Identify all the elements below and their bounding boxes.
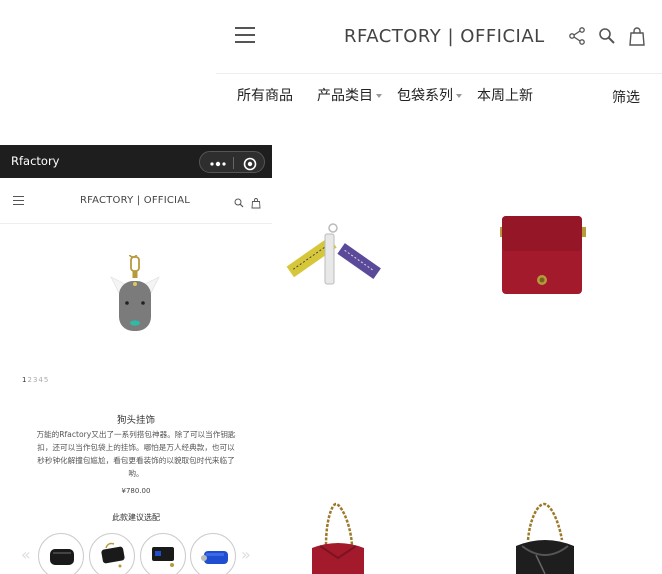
close-circle-icon[interactable] (243, 156, 257, 171)
nav-label: 所有商品 (237, 88, 293, 104)
nav-all-products[interactable]: 所有商品 (237, 85, 293, 105)
brand-logo[interactable]: RFACTORY | OFFICIAL (344, 26, 545, 47)
product-name: 狗头挂饰 (116, 415, 155, 426)
wechat-capsule (199, 151, 265, 173)
suggested-item[interactable] (190, 533, 236, 574)
product-description: 万能的Rfactory又出了一系列搭包神器。除了可以当作钥匙扣，还可以当作包袋上… (36, 430, 236, 478)
product-image-tags[interactable] (285, 220, 385, 299)
shopping-bag-icon[interactable] (251, 194, 261, 209)
hamburger-icon[interactable] (13, 196, 24, 206)
suggested-item[interactable] (38, 533, 84, 574)
suggested-item[interactable] (89, 533, 135, 574)
product-image-red-bag[interactable] (500, 212, 586, 300)
pager-dot[interactable]: 5 (44, 376, 49, 384)
nav-label: 产品类目 (317, 88, 373, 104)
mini-program-title: Rfactory (11, 154, 60, 168)
header-actions (568, 26, 646, 46)
wechat-title-bar: Rfactory (0, 145, 272, 178)
mini-program-window: Rfactory RFACTORY | OFFICIAL 12345 狗头挂饰 … (0, 145, 272, 574)
search-icon[interactable] (598, 26, 616, 46)
mini-header: RFACTORY | OFFICIAL (0, 178, 272, 224)
nav-new-this-week[interactable]: 本周上新 (477, 85, 533, 105)
search-icon[interactable] (234, 194, 244, 208)
nav-label: 包袋系列 (397, 88, 453, 104)
capsule-divider (233, 157, 234, 169)
nav-categories[interactable]: 产品类目 (317, 85, 382, 105)
product-image-dog-charm[interactable] (105, 248, 165, 339)
suggested-item[interactable] (140, 533, 186, 574)
brand-logo[interactable]: RFACTORY | OFFICIAL (80, 195, 190, 206)
shopping-bag-icon[interactable] (628, 26, 646, 46)
main-header: RFACTORY | OFFICIAL (216, 0, 662, 74)
caret-down-icon (376, 94, 382, 98)
suggested-section-title: 此款建议选配 (112, 513, 160, 522)
suggested-accessories: « » (0, 533, 272, 574)
product-image-red-bucket-bag[interactable] (308, 500, 368, 574)
carousel-next-arrow[interactable]: » (241, 545, 251, 564)
carousel-prev-arrow[interactable]: « (21, 545, 31, 564)
more-dots-icon[interactable] (208, 156, 228, 170)
image-pager: 12345 (22, 376, 49, 384)
share-icon[interactable] (568, 26, 586, 46)
category-nav: 所有商品 产品类目 包袋系列 本周上新 筛选 (216, 80, 662, 110)
filter-button[interactable]: 筛选 (612, 87, 640, 107)
caret-down-icon (456, 94, 462, 98)
hamburger-icon[interactable] (235, 27, 255, 45)
nav-label: 本周上新 (477, 88, 533, 104)
product-price: ¥780.00 (121, 487, 151, 495)
nav-bag-series[interactable]: 包袋系列 (397, 85, 462, 105)
header-actions (234, 194, 261, 209)
product-image-black-bucket-bag[interactable] (512, 500, 578, 574)
